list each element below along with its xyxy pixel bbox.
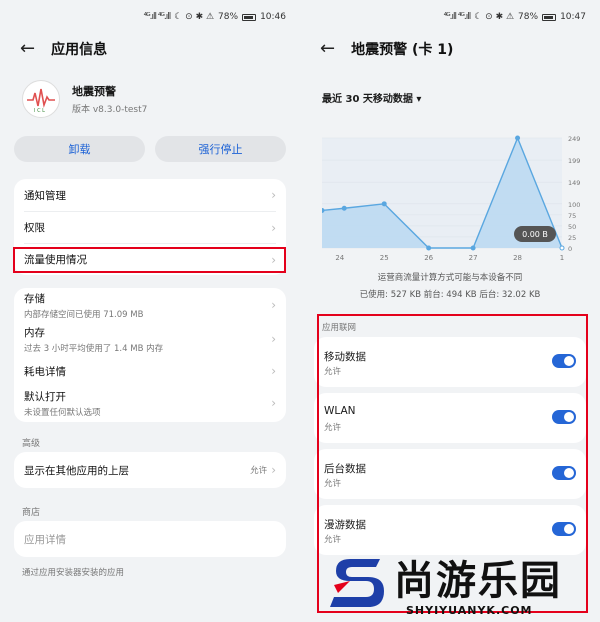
- x-tick-label: 25: [380, 254, 389, 262]
- status-icons: ☾ ⊙ ✱ ⚠: [474, 12, 515, 22]
- battery-icon: [542, 13, 557, 21]
- carrier-note: 运营商流量计算方式可能与本设备不同: [377, 273, 523, 283]
- x-tick-label: 24: [335, 254, 344, 262]
- y-tick-label: 75: [568, 212, 576, 220]
- data-point: [341, 205, 347, 211]
- highlight-box: [13, 247, 286, 273]
- settings-group-2: 存储 内部存储空间已使用 71.09 MB › 内存 过去 3 小时平均使用了 …: [14, 288, 286, 422]
- item-subtitle: 内部存储空间已使用 71.09 MB: [24, 309, 144, 320]
- app-logo-icon: I C L: [22, 80, 60, 118]
- usage-chart: 0 25 50 75 100 149 199 249 0.00 B 24 25 26 27 28 1: [322, 135, 580, 262]
- back-arrow-icon[interactable]: ←: [20, 38, 35, 59]
- watermark-text: 尚游乐园: [394, 558, 562, 604]
- clock: 10:47: [560, 12, 586, 22]
- item-label: 通知管理: [24, 189, 66, 202]
- memory-item[interactable]: 内存 过去 3 小时平均使用了 1.4 MB 内存 ›: [14, 322, 286, 356]
- permissions-item[interactable]: 权限 ›: [14, 212, 286, 243]
- status-bar: ⁴ᴳ.ıll ⁴ᴳ.ıll ☾ ⊙ ✱ ⚠ 78% 10:46: [144, 12, 286, 22]
- advanced-section-title: 高级: [22, 439, 41, 449]
- chevron-right-icon: ›: [271, 220, 276, 235]
- data-point: [426, 245, 432, 251]
- item-label: 存储: [24, 292, 45, 305]
- x-tick-label: 28: [513, 254, 522, 262]
- usage-summary: 已使用: 527 KB 前台: 494 KB 后台: 32.02 KB: [359, 290, 541, 300]
- item-label: 内存: [24, 326, 45, 339]
- force-stop-button[interactable]: 强行停止: [155, 136, 286, 162]
- uninstall-button[interactable]: 卸载: [14, 136, 145, 162]
- x-tick-label: 1: [560, 254, 564, 262]
- watermark-url: SHYIYUANYK.COM: [406, 604, 533, 617]
- page-title: 应用信息: [51, 41, 108, 58]
- chevron-right-icon: ›: [271, 298, 276, 312]
- item-label: 显示在其他应用的上层: [24, 464, 129, 477]
- x-tick-label: 27: [469, 254, 478, 262]
- x-tick-label: 26: [424, 254, 433, 262]
- chevron-right-icon: ›: [271, 396, 276, 410]
- watermark-logo-icon: [330, 553, 386, 609]
- item-subtitle: 未设置任何默认选项: [24, 407, 101, 418]
- page-title: 地震预警 (卡 1): [351, 41, 454, 58]
- data-point: [470, 245, 476, 251]
- battery-icon: [242, 13, 257, 21]
- action-buttons: 卸载 强行停止: [14, 136, 286, 162]
- data-point: [322, 207, 325, 213]
- notification-settings-item[interactable]: 通知管理 ›: [14, 179, 286, 211]
- tooltip-text: 0.00 B: [522, 230, 548, 239]
- watermark: 尚游乐园: [330, 553, 562, 609]
- page-header: ← 地震预警 (卡 1): [320, 38, 453, 59]
- item-label: 耗电详情: [24, 365, 66, 378]
- store-group: 应用详情: [14, 521, 286, 557]
- app-version: 版本 v8.3.0-test7: [72, 105, 148, 115]
- signal-icon: ⁴ᴳ.ıll ⁴ᴳ.ıll: [143, 12, 172, 22]
- item-label: 权限: [24, 222, 45, 234]
- item-label: 默认打开: [24, 390, 66, 403]
- date-range-dropdown[interactable]: 最近 30 天移动数据 ▾: [322, 90, 421, 105]
- store-section-title: 商店: [22, 508, 41, 518]
- app-info-screen: ⁴ᴳ.ıll ⁴ᴳ.ıll ☾ ⊙ ✱ ⚠ 78% 10:46 ← 应用信息 I…: [0, 0, 300, 622]
- item-value: 允许: [250, 466, 268, 476]
- status-icons: ☾ ⊙ ✱ ⚠: [174, 12, 215, 22]
- y-tick-label: 249: [568, 135, 580, 143]
- chevron-right-icon: ›: [271, 364, 276, 378]
- back-arrow-icon[interactable]: ←: [320, 38, 335, 59]
- app-summary: I C L 地震预警 版本 v8.3.0-test7: [22, 80, 147, 118]
- item-subtitle: 过去 3 小时平均使用了 1.4 MB 内存: [24, 343, 164, 354]
- y-tick-label: 199: [568, 157, 580, 165]
- y-tick-label: 0: [568, 245, 572, 253]
- data-point: [381, 201, 387, 207]
- chevron-right-icon: ›: [271, 332, 276, 346]
- chevron-right-icon: ›: [271, 463, 276, 477]
- signal-icon: ⁴ᴳ.ıll ⁴ᴳ.ıll: [443, 12, 472, 22]
- item-label: 应用详情: [24, 533, 66, 546]
- install-source-note: 通过应用安装器安装的应用: [22, 568, 125, 578]
- draw-over-apps-item[interactable]: 显示在其他应用的上层 允许 ›: [14, 452, 286, 488]
- data-point: [515, 135, 521, 141]
- y-tick-label: 100: [568, 201, 580, 209]
- chevron-right-icon: ›: [271, 188, 276, 202]
- battery-percent: 78%: [218, 12, 239, 22]
- status-bar: ⁴ᴳ.ıll ⁴ᴳ.ıll ☾ ⊙ ✱ ⚠ 78% 10:47: [444, 12, 586, 22]
- data-point: [559, 245, 565, 251]
- battery-percent: 78%: [518, 12, 539, 22]
- app-name: 地震预警: [72, 85, 116, 98]
- y-tick-label: 149: [568, 179, 580, 187]
- app-details-item[interactable]: 应用详情: [14, 521, 286, 557]
- clock: 10:46: [260, 12, 286, 22]
- open-by-default-item[interactable]: 默认打开 未设置任何默认选项 ›: [14, 386, 286, 420]
- battery-details-item[interactable]: 耗电详情 ›: [14, 356, 286, 386]
- storage-item[interactable]: 存储 内部存储空间已使用 71.09 MB ›: [14, 288, 286, 322]
- page-header: ← 应用信息: [20, 38, 107, 59]
- y-tick-label: 25: [568, 234, 576, 242]
- advanced-group: 显示在其他应用的上层 允许 ›: [14, 452, 286, 488]
- y-tick-label: 50: [568, 223, 576, 231]
- svg-text:I C L: I C L: [34, 108, 45, 114]
